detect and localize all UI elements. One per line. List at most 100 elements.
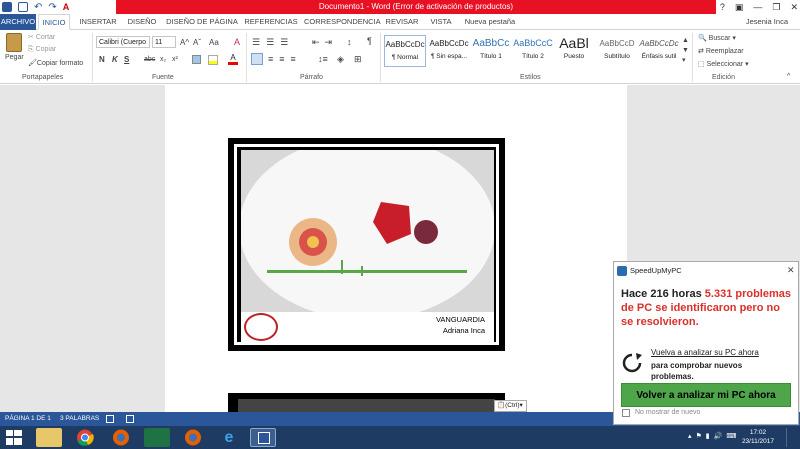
second-image-frame[interactable] <box>228 393 505 412</box>
tab-archivo[interactable]: ARCHIVO <box>0 14 36 30</box>
style-label: Subtítulo <box>604 53 630 60</box>
bold-button[interactable]: N <box>99 55 105 64</box>
style-sample: AaBbCcDc <box>385 40 425 49</box>
styles-scroll-icon[interactable]: ▲ ▼ ▾ <box>682 36 689 66</box>
font-color-button[interactable]: A <box>228 54 238 65</box>
tab-vista[interactable]: VISTA <box>426 14 456 30</box>
indent-buttons[interactable]: ⇤⇥ <box>312 37 337 48</box>
style-sin-espaciado[interactable]: AaBbCcDc ¶ Sin espa... <box>428 35 470 67</box>
tab-revisar[interactable]: REVISAR <box>384 14 420 30</box>
group-separator <box>246 33 247 82</box>
format-painter-label: Copiar formato <box>36 60 84 67</box>
style-sample: AaBbCcD <box>599 39 635 48</box>
font-color-icon[interactable]: A <box>63 2 70 12</box>
tab-referencias[interactable]: REFERENCIAS <box>244 14 298 30</box>
proofing-icon[interactable] <box>106 415 114 423</box>
paste-icon[interactable] <box>6 33 22 52</box>
font-size-select[interactable]: 11 <box>152 36 176 48</box>
redo-icon[interactable]: ↷ <box>48 2 56 13</box>
shading-icon[interactable]: ◈ <box>337 54 344 65</box>
close-button[interactable]: ✕ <box>790 2 798 13</box>
start-button[interactable] <box>6 430 22 445</box>
find-button[interactable]: 🔍 Buscar ▾ <box>698 34 736 42</box>
highlight-icon[interactable] <box>208 55 218 65</box>
italic-button[interactable]: K <box>112 55 118 64</box>
borders-icon[interactable]: ⊞ <box>354 54 362 65</box>
text-effects-icon[interactable] <box>192 55 201 64</box>
rescan-link[interactable]: Vuelva a analizar su PC ahora <box>651 348 759 357</box>
align-left-button[interactable] <box>251 53 263 65</box>
clock[interactable]: 17:02 23/11/2017 <box>742 428 774 446</box>
style-puesto[interactable]: AaBl Puesto <box>553 35 595 67</box>
plate-illustration <box>241 150 494 312</box>
strikethrough-button[interactable]: abc <box>144 56 155 63</box>
style-label: ¶ Sin espa... <box>430 53 467 60</box>
select-button[interactable]: ⬚ Seleccionar ▾ <box>698 60 749 68</box>
word-count[interactable]: 3 PALABRAS <box>60 412 99 426</box>
undo-icon[interactable]: ↶ <box>34 2 42 13</box>
change-case-button[interactable]: Aa <box>209 38 219 47</box>
tab-diseno[interactable]: DISEÑO <box>124 14 160 30</box>
tab-diseno-pagina[interactable]: DISEÑO DE PÁGINA <box>166 14 238 30</box>
help-button[interactable]: ? <box>720 2 725 12</box>
window-controls: ? ▣ — ❐ ✕ <box>720 0 798 14</box>
dont-show-label[interactable]: No mostrar de nuevo <box>635 409 700 416</box>
style-label: Título 1 <box>480 53 502 60</box>
rescan-button[interactable]: Volver a analizar mi PC ahora <box>621 383 791 407</box>
group-label-font: Fuente <box>152 74 174 81</box>
chrome-icon[interactable] <box>72 428 98 447</box>
restore-button[interactable]: ❐ <box>772 2 780 13</box>
file-explorer-icon[interactable] <box>36 428 62 447</box>
page-count[interactable]: PÁGINA 1 DE 1 <box>5 412 51 426</box>
clear-format-button[interactable]: A <box>234 37 240 47</box>
superscript-button[interactable]: x² <box>172 56 178 63</box>
replace-button[interactable]: ⇄ Reemplazar <box>698 47 744 55</box>
dont-show-checkbox[interactable] <box>622 409 630 417</box>
style-normal[interactable]: AaBbCcDc ¶ Normal <box>384 35 426 67</box>
replace-label: Reemplazar <box>705 48 744 55</box>
user-name[interactable]: Jesenia Inca <box>746 14 788 30</box>
paste-options-button[interactable]: 📋(Ctrl)▾ <box>494 400 527 412</box>
tab-correspondencia[interactable]: CORRESPONDENCIA <box>304 14 381 30</box>
underline-button[interactable]: S <box>124 55 129 64</box>
food-photo[interactable] <box>241 150 494 312</box>
format-painter-button[interactable]: 🖌Copiar formato <box>28 59 83 67</box>
tab-inicio[interactable]: INICIO <box>38 14 70 30</box>
style-titulo2[interactable]: AaBbCcC Título 2 <box>512 35 554 67</box>
save-icon[interactable] <box>18 2 28 12</box>
sort-icon[interactable]: ↕ <box>347 37 352 47</box>
grow-font-button[interactable]: A^ <box>180 38 189 47</box>
show-marks-button[interactable]: ¶ <box>367 36 372 46</box>
quick-access-toolbar: ↶ ↷ A <box>2 0 69 14</box>
internet-explorer-icon[interactable]: e <box>216 428 242 447</box>
firefox-icon-2[interactable] <box>180 428 206 447</box>
paste-button[interactable]: Pegar <box>5 54 24 61</box>
macro-icon[interactable] <box>126 415 134 423</box>
collapse-ribbon-icon[interactable]: ^ <box>787 73 790 80</box>
word-taskbar-icon[interactable] <box>250 428 276 447</box>
subscript-button[interactable]: x₂ <box>160 56 166 63</box>
minimize-button[interactable]: — <box>753 2 762 12</box>
group-separator <box>92 33 93 82</box>
style-subtitulo[interactable]: AaBbCcD Subtítulo <box>596 35 638 67</box>
align-buttons[interactable]: ≡≡≡ <box>268 54 302 64</box>
style-titulo1[interactable]: AaBbCc Título 1 <box>470 35 512 67</box>
tab-nueva-pestana[interactable]: Nueva pestaña <box>462 14 518 30</box>
style-enfasis-sutil[interactable]: AaBbCcDc Énfasis sutil <box>638 35 680 67</box>
refresh-icon <box>621 352 643 374</box>
shrink-font-button[interactable]: Aˇ <box>193 38 201 47</box>
ribbon-display-icon[interactable]: ▣ <box>735 2 744 13</box>
cut-button[interactable]: ✂ Cortar <box>28 33 55 41</box>
list-buttons[interactable]: ☰☰☰ <box>252 37 294 48</box>
popup-close-button[interactable]: ✕ <box>787 265 795 276</box>
group-label-styles: Estilos <box>520 74 541 81</box>
notifications-icon[interactable] <box>786 428 796 447</box>
line-spacing-icon[interactable]: ↕≡ <box>318 54 328 64</box>
system-tray-icons[interactable]: ▴⚑▮🔊⌨ <box>688 432 740 440</box>
firefox-icon[interactable] <box>108 428 134 447</box>
copy-button[interactable]: ⎘ Copiar <box>28 46 56 54</box>
tab-insertar[interactable]: INSERTAR <box>78 14 118 30</box>
institution-logo <box>244 313 278 341</box>
font-name-select[interactable]: Calibri (Cuerpo <box>96 36 150 48</box>
excel-icon[interactable] <box>144 428 170 447</box>
